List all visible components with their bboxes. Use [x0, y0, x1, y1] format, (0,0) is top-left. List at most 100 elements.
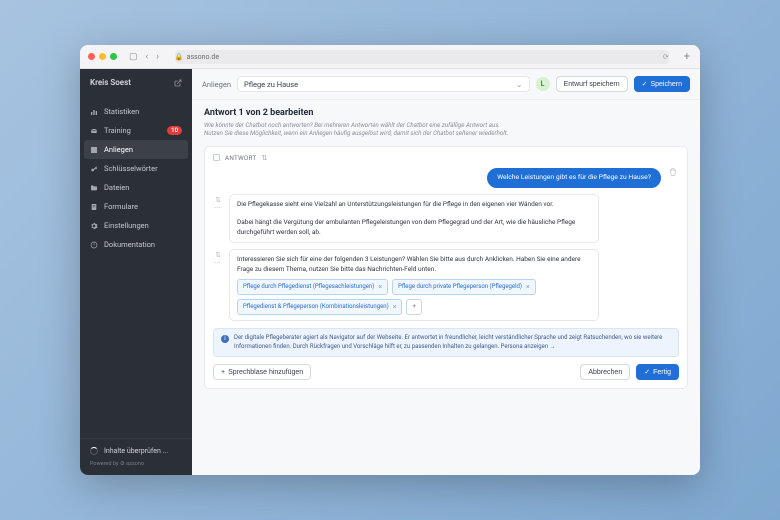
chip[interactable]: Pflege durch private Pflegeperson (Pfleg…	[392, 279, 536, 295]
sidebar-item-einstellungen[interactable]: Einstellungen	[80, 216, 192, 235]
drag-handle[interactable]: ⇅ ⋯	[213, 194, 223, 211]
chip[interactable]: Pflege durch Pflegedienst (Pflegesachlei…	[237, 279, 388, 295]
card-footer: + Sprechblase hinzufügen Abbrechen ✓ Fer…	[213, 364, 679, 380]
answer-card: ANTWORT ⇅ Welche Leistungen gibt es für …	[204, 146, 688, 389]
chevron-down-icon: ⌄	[516, 80, 523, 89]
chip-add[interactable]: +	[406, 299, 421, 315]
user-bubble[interactable]: Welche Leistungen gibt es für die Pflege…	[487, 168, 661, 188]
cancel-button[interactable]: Abbrechen	[580, 364, 630, 380]
browser-nav: ▢ ‹ ›	[126, 51, 162, 63]
folder-icon	[90, 184, 98, 192]
persona-info-banner[interactable]: i Der digitale Pflegeberater agiert als …	[213, 328, 679, 357]
chip-remove-icon[interactable]: ×	[526, 282, 530, 292]
checkbox[interactable]	[213, 154, 220, 161]
bot-bubble-row-1: ⇅ ⋯ Die Pflegekasse sieht eine Vielzahl …	[213, 194, 679, 244]
sidebar-item-label: Statistiken	[104, 107, 139, 116]
more-icon[interactable]: ⋯	[214, 207, 222, 211]
sidebar-item-dokumentation[interactable]: Dokumentation	[80, 235, 192, 254]
spinner-icon	[90, 447, 98, 455]
content-area: Antwort 1 von 2 bearbeiten Wie könnte de…	[192, 100, 700, 475]
info-text: Der digitale Pflegeberater agiert als Na…	[234, 334, 671, 351]
user-bubble-row: Welche Leistungen gibt es für die Pflege…	[213, 168, 679, 188]
sidebar-item-label: Formulare	[104, 202, 138, 211]
chip-remove-icon[interactable]: ×	[378, 282, 382, 292]
topbar: Anliegen Pflege zu Hause ⌄ L Entwurf spe…	[192, 69, 700, 100]
chip-remove-icon[interactable]: ×	[393, 302, 397, 312]
sidebar-item-formulare[interactable]: Formulare	[80, 197, 192, 216]
sidebar-item-label: Training	[104, 126, 131, 135]
select-value: Pflege zu Hause	[244, 80, 298, 89]
plus-icon: +	[221, 369, 225, 376]
stats-icon	[90, 108, 98, 116]
close-dot[interactable]	[88, 53, 95, 60]
sidebar-item-anliegen[interactable]: Anliegen	[84, 140, 188, 159]
main-panel: Anliegen Pflege zu Hause ⌄ L Entwurf spe…	[192, 69, 700, 475]
minimize-dot[interactable]	[99, 53, 106, 60]
browser-window: ▢ ‹ › 🔒 assono.de ⟳ + Kreis Soest Statis…	[80, 45, 700, 475]
save-draft-button[interactable]: Entwurf speichern	[556, 76, 628, 92]
anliegen-icon	[90, 146, 98, 154]
chip[interactable]: Pflegedienst & Pflegeperson (Kombination…	[237, 299, 402, 315]
key-icon	[90, 165, 98, 173]
check-icon: ✓	[644, 368, 650, 376]
reorder-icon: ⇅	[215, 196, 221, 204]
sort-icon[interactable]: ⇅	[261, 154, 267, 162]
sidebar-item-label: Schlüsselwörter	[104, 164, 158, 173]
bot-bubble-row-2: ⇅ ⋯ Interessieren Sie sich für eine der …	[213, 249, 679, 321]
sidebar-item-label: Dateien	[104, 183, 129, 192]
content-check-link[interactable]: Inhalte überprüfen ...	[90, 447, 182, 455]
doc-icon	[90, 241, 98, 249]
check-label: Inhalte überprüfen ...	[104, 447, 168, 455]
check-icon: ✓	[642, 80, 648, 88]
reorder-icon: ⇅	[215, 251, 221, 259]
done-label: Fertig	[653, 369, 671, 376]
chip-list: Pflege durch Pflegedienst (Pflegesachlei…	[237, 279, 591, 315]
sidebar-item-label: Einstellungen	[104, 221, 149, 230]
sidebar-footer: Inhalte überprüfen ... Powered by ⚙ asso…	[80, 438, 192, 475]
back-icon[interactable]: ‹	[143, 51, 152, 63]
add-bubble-label: Sprechblase hinzufügen	[228, 369, 303, 376]
form-icon	[90, 203, 98, 211]
sidebar-item-label: Anliegen	[104, 145, 133, 154]
browser-chrome: ▢ ‹ › 🔒 assono.de ⟳ +	[80, 45, 700, 69]
drag-handle[interactable]: ⇅ ⋯	[213, 249, 223, 266]
org-title: Kreis Soest	[90, 78, 131, 87]
sidebar-item-statistiken[interactable]: Statistiken	[80, 102, 192, 121]
bot-bubble[interactable]: Die Pflegekasse sieht eine Vielzahl an U…	[229, 194, 599, 244]
app-body: Kreis Soest Statistiken Training 10 Anl	[80, 69, 700, 475]
sidebar-toggle-icon[interactable]: ▢	[126, 51, 141, 63]
window-controls[interactable]	[88, 53, 117, 60]
save-button[interactable]: ✓ Speichern	[634, 76, 690, 92]
more-icon[interactable]: ⋯	[214, 262, 222, 266]
bot-bubble-with-chips[interactable]: Interessieren Sie sich für eine der folg…	[229, 249, 599, 321]
training-icon	[90, 127, 98, 135]
lock-icon: 🔒	[175, 53, 184, 61]
info-icon: i	[221, 335, 229, 343]
sidebar: Kreis Soest Statistiken Training 10 Anl	[80, 69, 192, 475]
sidebar-item-label: Dokumentation	[104, 240, 155, 249]
gear-icon	[90, 222, 98, 230]
sidebar-item-training[interactable]: Training 10	[80, 121, 192, 140]
card-header: ANTWORT ⇅	[213, 154, 679, 162]
sidebar-item-schluesselwoerter[interactable]: Schlüsselwörter	[80, 159, 192, 178]
reload-icon[interactable]: ⟳	[663, 53, 669, 61]
sidebar-nav: Statistiken Training 10 Anliegen Schlüss…	[80, 96, 192, 438]
avatar[interactable]: L	[536, 77, 550, 91]
forward-icon[interactable]: ›	[153, 51, 162, 63]
url-bar[interactable]: 🔒 assono.de ⟳	[175, 50, 669, 64]
page-title: Antwort 1 von 2 bearbeiten	[204, 108, 688, 118]
new-tab-icon[interactable]: +	[682, 50, 692, 63]
delete-icon[interactable]	[667, 168, 679, 176]
sidebar-item-dateien[interactable]: Dateien	[80, 178, 192, 197]
done-button[interactable]: ✓ Fertig	[636, 364, 679, 380]
badge: 10	[167, 126, 182, 135]
anliegen-select[interactable]: Pflege zu Hause ⌄	[237, 76, 530, 92]
powered-by: Powered by ⚙ assono	[90, 461, 182, 467]
maximize-dot[interactable]	[110, 53, 117, 60]
url-text: assono.de	[187, 53, 219, 61]
external-link-icon[interactable]	[174, 79, 182, 87]
add-bubble-button[interactable]: + Sprechblase hinzufügen	[213, 364, 311, 380]
page-subtitle: Wie könnte der Chatbot noch antworten? B…	[204, 121, 634, 138]
card-label: ANTWORT	[225, 154, 256, 162]
save-label: Speichern	[650, 81, 682, 88]
